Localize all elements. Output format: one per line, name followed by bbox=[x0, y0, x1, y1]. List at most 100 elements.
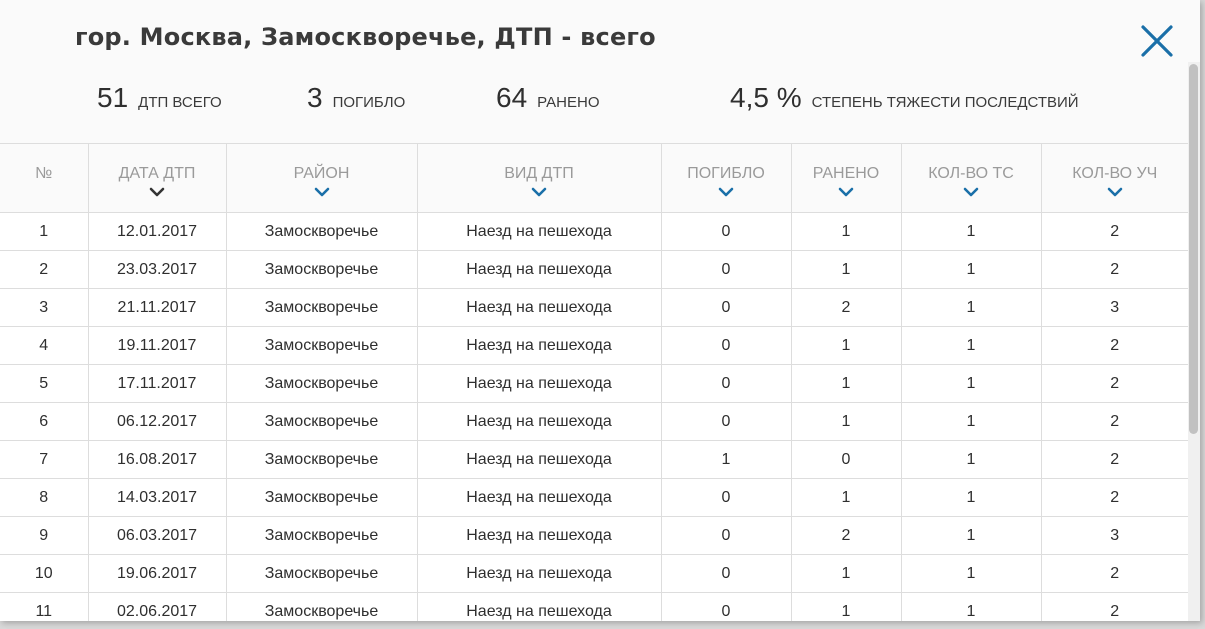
cell-participants: 3 bbox=[1040, 288, 1188, 327]
chevron-down-icon[interactable] bbox=[531, 187, 547, 197]
cell-participants: 2 bbox=[1040, 326, 1188, 365]
cell-date: 16.08.2017 bbox=[87, 440, 227, 479]
cell-injured: 1 bbox=[790, 592, 902, 621]
column-label: Вид ДТП bbox=[504, 165, 574, 182]
stat-severity-value: 4,5 % bbox=[730, 82, 802, 113]
cell-killed: 1 bbox=[660, 440, 792, 479]
table-row[interactable]: 11 02.06.2017 Замоскворечье Наезд на пеш… bbox=[0, 592, 1188, 621]
table-row[interactable]: 6 06.12.2017 Замоскворечье Наезд на пеше… bbox=[0, 402, 1188, 441]
scrollbar-thumb[interactable] bbox=[1189, 64, 1198, 434]
cell-injured: 1 bbox=[790, 554, 902, 593]
cell-district: Замоскворечье bbox=[225, 364, 418, 403]
cell-vehicles: 1 bbox=[900, 288, 1042, 327]
column-label: Дата ДТП bbox=[118, 165, 196, 182]
column-label: Ранено bbox=[812, 165, 880, 182]
cell-vehicles: 1 bbox=[900, 478, 1042, 517]
cell-date: 19.11.2017 bbox=[87, 326, 227, 365]
cell-number: 6 bbox=[0, 402, 89, 441]
cell-participants: 2 bbox=[1040, 478, 1188, 517]
table-row[interactable]: 7 16.08.2017 Замоскворечье Наезд на пеше… bbox=[0, 440, 1188, 479]
cell-number: 7 bbox=[0, 440, 89, 479]
cell-district: Замоскворечье bbox=[225, 440, 418, 479]
cell-number: 2 bbox=[0, 250, 89, 289]
cell-vehicles: 1 bbox=[900, 440, 1042, 479]
cell-injured: 0 bbox=[790, 440, 902, 479]
cell-district: Замоскворечье bbox=[225, 554, 418, 593]
stats-summary: 51 ДТП всего 3 погибло 64 ранено 4,5 % с… bbox=[0, 82, 1190, 122]
cell-number: 5 bbox=[0, 364, 89, 403]
cell-vehicles: 1 bbox=[900, 212, 1042, 251]
stat-injured: 64 ранено bbox=[496, 82, 600, 114]
column-header-participants[interactable]: Кол-во уч bbox=[1040, 143, 1188, 213]
modal-title: гор. Москва, Замоскворечье, ДТП - всего bbox=[75, 23, 656, 51]
cell-vehicles: 1 bbox=[900, 554, 1042, 593]
cell-district: Замоскворечье bbox=[225, 326, 418, 365]
chevron-down-icon[interactable] bbox=[314, 187, 330, 197]
cell-killed: 0 bbox=[660, 326, 792, 365]
cell-date: 06.12.2017 bbox=[87, 402, 227, 441]
cell-date: 23.03.2017 bbox=[87, 250, 227, 289]
column-label: Кол-во ТС bbox=[928, 165, 1014, 182]
column-label: № bbox=[35, 165, 53, 182]
table-row[interactable]: 9 06.03.2017 Замоскворечье Наезд на пеше… bbox=[0, 516, 1188, 555]
column-label: Район bbox=[293, 165, 350, 182]
cell-injured: 1 bbox=[790, 478, 902, 517]
cell-district: Замоскворечье bbox=[225, 592, 418, 621]
cell-number: 10 bbox=[0, 554, 89, 593]
cell-number: 9 bbox=[0, 516, 89, 555]
cell-killed: 0 bbox=[660, 250, 792, 289]
table-row[interactable]: 10 19.06.2017 Замоскворечье Наезд на пеш… bbox=[0, 554, 1188, 593]
table-row[interactable]: 4 19.11.2017 Замоскворечье Наезд на пеше… bbox=[0, 326, 1188, 365]
cell-participants: 2 bbox=[1040, 364, 1188, 403]
table-row[interactable]: 3 21.11.2017 Замоскворечье Наезд на пеше… bbox=[0, 288, 1188, 327]
cell-participants: 2 bbox=[1040, 402, 1188, 441]
table-header-row: № Дата ДТП Район Вид ДТП Погибло bbox=[0, 143, 1188, 213]
cell-injured: 2 bbox=[790, 288, 902, 327]
cell-participants: 3 bbox=[1040, 516, 1188, 555]
cell-type: Наезд на пешехода bbox=[416, 288, 662, 327]
cell-vehicles: 1 bbox=[900, 326, 1042, 365]
stat-total-label: ДТП всего bbox=[138, 94, 222, 111]
stat-killed-label: погибло bbox=[332, 94, 406, 111]
cell-date: 02.06.2017 bbox=[87, 592, 227, 621]
table-row[interactable]: 1 12.01.2017 Замоскворечье Наезд на пеше… bbox=[0, 212, 1188, 251]
cell-district: Замоскворечье bbox=[225, 402, 418, 441]
cell-participants: 2 bbox=[1040, 440, 1188, 479]
cell-type: Наезд на пешехода bbox=[416, 516, 662, 555]
cell-type: Наезд на пешехода bbox=[416, 402, 662, 441]
stat-injured-value: 64 bbox=[496, 82, 528, 113]
cell-district: Замоскворечье bbox=[225, 478, 418, 517]
cell-participants: 2 bbox=[1040, 554, 1188, 593]
cell-number: 8 bbox=[0, 478, 89, 517]
cell-killed: 0 bbox=[660, 402, 792, 441]
cell-type: Наезд на пешехода bbox=[416, 478, 662, 517]
cell-type: Наезд на пешехода bbox=[416, 326, 662, 365]
close-icon[interactable] bbox=[1138, 22, 1176, 60]
table-row[interactable]: 2 23.03.2017 Замоскворечье Наезд на пеше… bbox=[0, 250, 1188, 289]
column-header-killed[interactable]: Погибло bbox=[660, 143, 792, 213]
cell-participants: 2 bbox=[1040, 250, 1188, 289]
column-header-injured[interactable]: Ранено bbox=[790, 143, 902, 213]
column-header-type[interactable]: Вид ДТП bbox=[416, 143, 662, 213]
cell-number: 1 bbox=[0, 212, 89, 251]
cell-type: Наезд на пешехода bbox=[416, 250, 662, 289]
column-header-date[interactable]: Дата ДТП bbox=[87, 143, 227, 213]
chevron-down-icon[interactable] bbox=[1107, 187, 1123, 197]
stat-killed: 3 погибло bbox=[307, 82, 405, 114]
cell-type: Наезд на пешехода bbox=[416, 440, 662, 479]
column-label: Погибло bbox=[687, 165, 765, 182]
cell-killed: 0 bbox=[660, 554, 792, 593]
cell-injured: 1 bbox=[790, 250, 902, 289]
chevron-down-icon[interactable] bbox=[718, 187, 734, 197]
column-header-district[interactable]: Район bbox=[225, 143, 418, 213]
cell-type: Наезд на пешехода bbox=[416, 554, 662, 593]
chevron-down-icon[interactable] bbox=[963, 187, 979, 197]
cell-date: 14.03.2017 bbox=[87, 478, 227, 517]
chevron-down-icon[interactable] bbox=[149, 187, 165, 197]
chevron-down-icon[interactable] bbox=[838, 187, 854, 197]
column-header-vehicles[interactable]: Кол-во ТС bbox=[900, 143, 1042, 213]
cell-date: 17.11.2017 bbox=[87, 364, 227, 403]
cell-type: Наезд на пешехода bbox=[416, 364, 662, 403]
table-row[interactable]: 5 17.11.2017 Замоскворечье Наезд на пеше… bbox=[0, 364, 1188, 403]
table-row[interactable]: 8 14.03.2017 Замоскворечье Наезд на пеше… bbox=[0, 478, 1188, 517]
